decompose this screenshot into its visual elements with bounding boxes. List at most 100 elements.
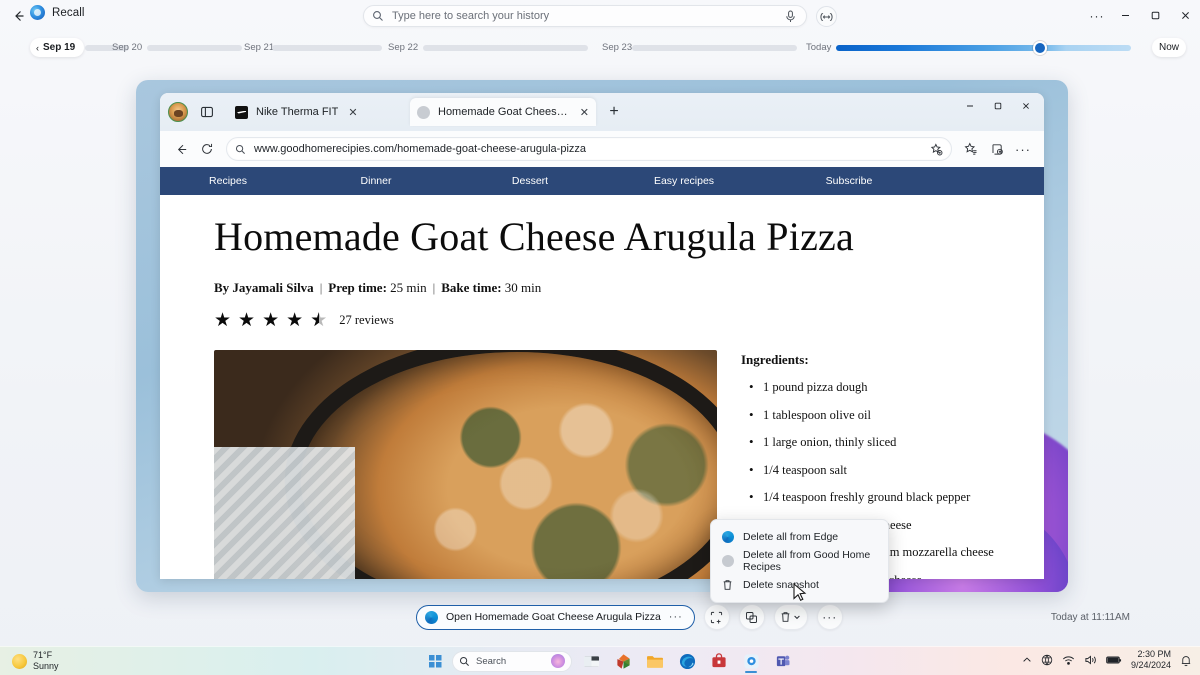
- address-bar[interactable]: www.goodhomerecipies.com/homemade-goat-c…: [226, 137, 952, 161]
- timeline-day-label[interactable]: Sep 23: [602, 42, 632, 53]
- timeline-segment[interactable]: [147, 44, 242, 51]
- timeline-current-day-label: Sep 19: [43, 42, 76, 53]
- browser-close-button[interactable]: [1012, 95, 1040, 117]
- favorites-icon[interactable]: [958, 136, 984, 162]
- edge-icon[interactable]: [674, 649, 700, 673]
- tray-chevron-up-icon[interactable]: [1022, 655, 1032, 665]
- web-page: Recipes Dinner Dessert Easy recipes Subs…: [160, 167, 1044, 579]
- open-snapshot-more-icon[interactable]: ···: [669, 611, 683, 623]
- menu-item-label: Delete snapshot: [743, 579, 819, 591]
- timeline-now-button[interactable]: Now: [1152, 38, 1186, 57]
- timeline-segment[interactable]: [632, 44, 797, 51]
- onedrive-icon[interactable]: [1041, 654, 1053, 666]
- site-nav-dinner[interactable]: Dinner: [296, 175, 456, 187]
- bake-time-label: Bake time:: [441, 280, 502, 295]
- favorite-add-icon[interactable]: [930, 142, 943, 156]
- edge-icon: [721, 531, 734, 544]
- history-search-box[interactable]: [363, 5, 807, 27]
- search-icon: [372, 10, 385, 23]
- snapshot-frame[interactable]: Nike Therma FIT ✕ Homemade Goat Cheese A…: [136, 80, 1068, 592]
- menu-item-delete-all-from-site[interactable]: Delete all from Good Home Recipes: [711, 549, 888, 573]
- timeline-segment[interactable]: [272, 44, 382, 51]
- settings-more-icon[interactable]: ···: [1010, 136, 1036, 162]
- mouse-cursor: [793, 582, 807, 603]
- page-title: Homemade Goat Cheese Arugula Pizza: [214, 214, 854, 259]
- taskbar-clock[interactable]: 2:30 PM 9/24/2024: [1131, 649, 1171, 671]
- collections-icon[interactable]: [984, 136, 1010, 162]
- chevron-down-icon: [794, 615, 801, 620]
- back-icon[interactable]: [8, 5, 30, 27]
- recall-minimize-button[interactable]: [1110, 0, 1140, 31]
- timeline-scrubber[interactable]: ‹ Sep 19 Sep 20 Sep 21 Sep 22 Sep 23 Tod…: [0, 38, 1200, 64]
- battery-icon[interactable]: [1106, 655, 1122, 665]
- search-input[interactable]: [392, 10, 785, 22]
- tab-title: Nike Therma FIT: [256, 106, 339, 118]
- volume-icon[interactable]: [1084, 654, 1097, 666]
- review-count: 27 reviews: [339, 313, 394, 327]
- browser-tab-recipe[interactable]: Homemade Goat Cheese Arugula Pizz ✕: [410, 98, 596, 126]
- site-nav-recipes[interactable]: Recipes: [160, 175, 296, 187]
- browser-back-icon[interactable]: [168, 136, 194, 162]
- recall-close-button[interactable]: [1170, 0, 1200, 31]
- taskbar-search[interactable]: Search: [452, 650, 572, 672]
- recall-logo-icon: [30, 5, 45, 20]
- timeline-segment[interactable]: [423, 44, 588, 51]
- timeline-day-label[interactable]: Sep 22: [388, 42, 418, 53]
- taskbar-search-label: Search: [476, 655, 507, 667]
- browser-maximize-button[interactable]: [984, 95, 1012, 117]
- browser-tab-nike[interactable]: Nike Therma FIT ✕: [228, 98, 410, 126]
- teams-icon[interactable]: [770, 649, 796, 673]
- file-explorer-dark-icon[interactable]: [578, 649, 604, 673]
- file-explorer-icon[interactable]: [642, 649, 668, 673]
- menu-item-delete-all-from-edge[interactable]: Delete all from Edge: [711, 525, 888, 549]
- recall-more-icon[interactable]: ···: [1084, 0, 1110, 31]
- tab-actions-icon[interactable]: [196, 101, 218, 123]
- recall-maximize-button[interactable]: [1140, 0, 1170, 31]
- trash-icon: [721, 579, 734, 592]
- sun-icon: [12, 653, 27, 669]
- copy-button[interactable]: [738, 604, 765, 630]
- notification-bell-icon[interactable]: [1180, 654, 1192, 667]
- recall-icon[interactable]: [738, 649, 764, 673]
- recipe-photo: [214, 350, 717, 579]
- site-nav-subscribe[interactable]: Subscribe: [764, 175, 934, 187]
- snapshot-action-bar: Open Homemade Goat Cheese Arugula Pizza …: [416, 604, 843, 630]
- windows-taskbar: 71°F Sunny Search 2:30 PM 9/24/2024: [0, 646, 1200, 675]
- snapshot-timestamp: Today at 11:11AM: [1050, 612, 1130, 623]
- new-tab-button[interactable]: +: [602, 100, 626, 124]
- delete-button[interactable]: [773, 604, 808, 630]
- open-snapshot-label: Open Homemade Goat Cheese Arugula Pizza: [446, 611, 661, 623]
- browser-tab-strip: Nike Therma FIT ✕ Homemade Goat Cheese A…: [160, 93, 1044, 131]
- list-item: 1 large onion, thinly sliced: [741, 434, 994, 450]
- more-options-button[interactable]: ···: [816, 604, 843, 630]
- timeline-slider-handle[interactable]: [1033, 40, 1047, 55]
- timeline-current-day-chip[interactable]: ‹ Sep 19: [30, 38, 85, 57]
- browser-minimize-button[interactable]: [956, 95, 984, 117]
- rating-row: ★ ★ ★ ★ ★★ 27 reviews: [214, 311, 990, 330]
- ingredients-heading: Ingredients:: [741, 352, 809, 367]
- close-icon[interactable]: ✕: [348, 106, 357, 119]
- site-nav-easy-recipes[interactable]: Easy recipes: [604, 175, 764, 187]
- address-bar-url: www.goodhomerecipies.com/homemade-goat-c…: [254, 143, 587, 155]
- timeline-day-label[interactable]: Sep 20: [112, 42, 142, 53]
- recall-brand: Recall: [30, 5, 85, 20]
- start-button[interactable]: [424, 649, 446, 673]
- text-select-button[interactable]: [703, 604, 730, 630]
- star-icon: ★: [214, 310, 232, 331]
- microsoft-365-icon[interactable]: [610, 649, 636, 673]
- site-nav-dessert[interactable]: Dessert: [456, 175, 604, 187]
- browser-refresh-icon[interactable]: [194, 136, 220, 162]
- timeline-day-label[interactable]: Sep 21: [244, 42, 274, 53]
- avatar[interactable]: [168, 102, 188, 122]
- store-icon[interactable]: [706, 649, 732, 673]
- list-item: 1/4 teaspoon salt: [741, 462, 994, 478]
- close-icon[interactable]: ✕: [580, 106, 589, 119]
- microphone-icon[interactable]: [785, 9, 798, 23]
- screen-region-button[interactable]: [816, 6, 837, 27]
- open-snapshot-button[interactable]: Open Homemade Goat Cheese Arugula Pizza …: [416, 604, 695, 630]
- recall-top-bar: Recall ···: [0, 0, 1200, 31]
- timeline-slider[interactable]: [836, 40, 1131, 55]
- copilot-lotus-icon[interactable]: [551, 654, 565, 668]
- weather-widget[interactable]: 71°F Sunny: [12, 650, 59, 672]
- network-icon[interactable]: [1062, 654, 1075, 666]
